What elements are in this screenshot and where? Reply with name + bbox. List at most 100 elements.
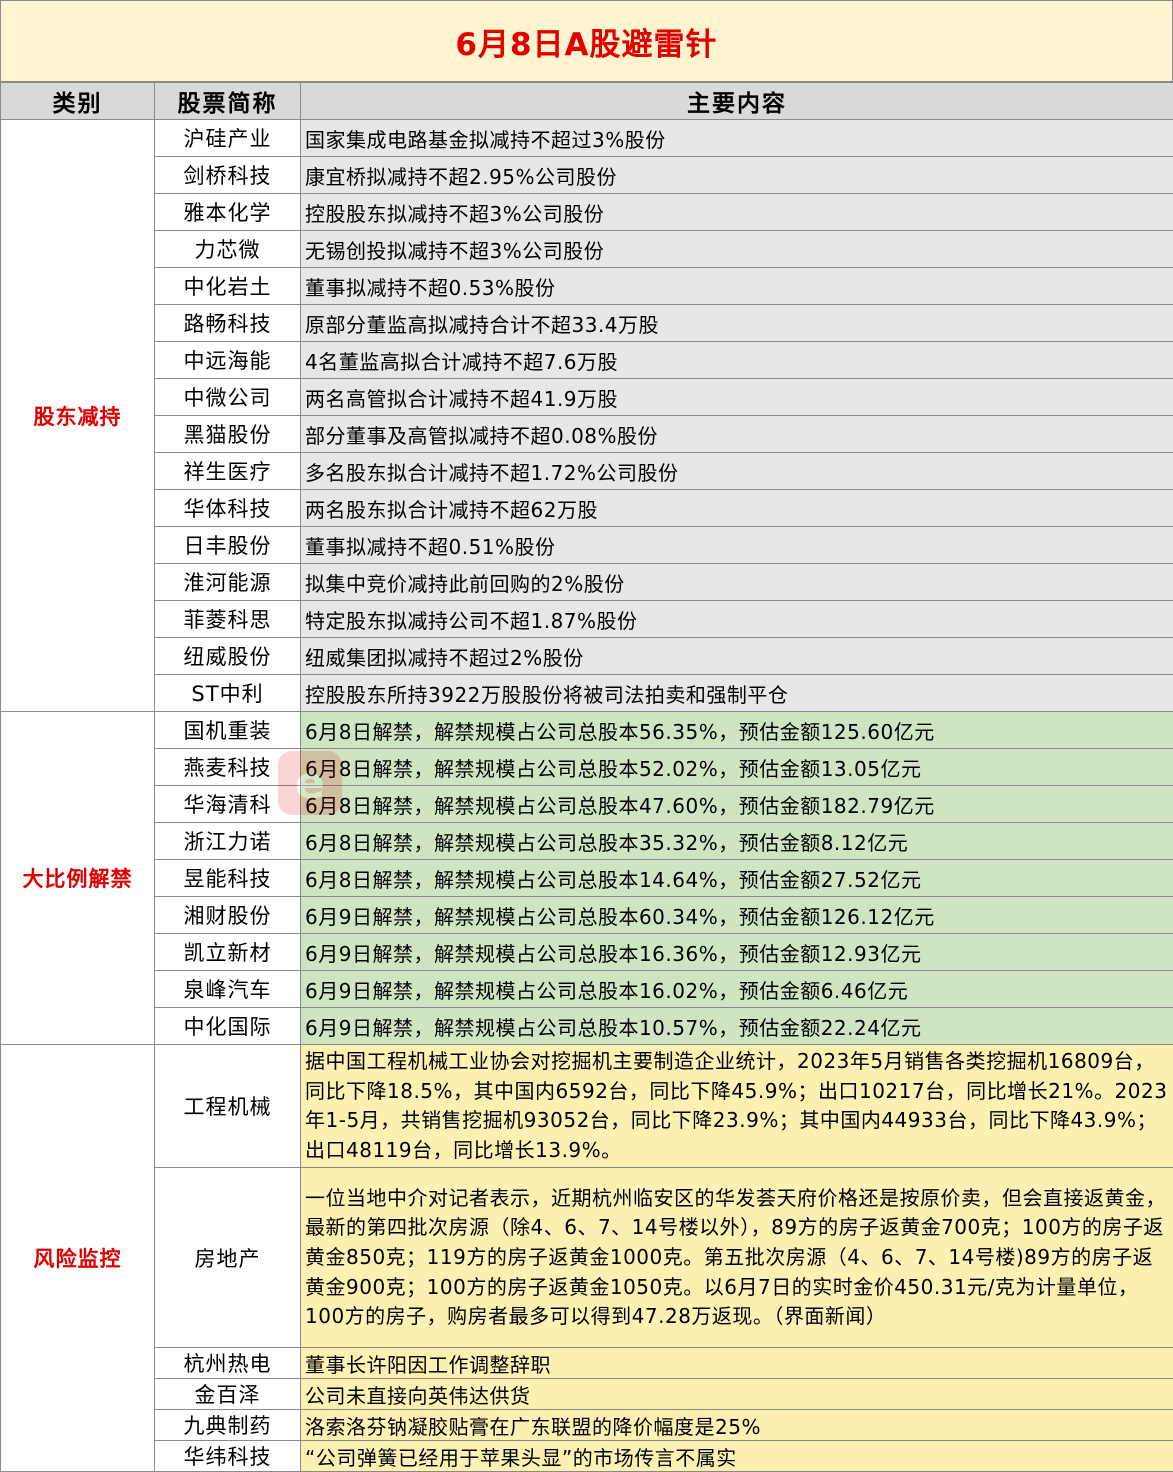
stock-name: 华海清科: [155, 786, 301, 823]
table-row: 中化岩土 董事拟减持不超0.53%股份: [1, 268, 1173, 305]
content-cell: 原部分董监高拟减持合计不超33.4万股: [301, 305, 1173, 342]
table-row: 湘财股份 6月9日解禁，解禁规模占公司总股本60.34%，预估金额126.12亿…: [1, 897, 1173, 934]
content-cell: 6月9日解禁，解禁规模占公司总股本16.02%，预估金额6.46亿元: [301, 971, 1173, 1008]
content-cell: “公司弹簧已经用于苹果头显”的市场传言不属实: [301, 1441, 1173, 1472]
stock-name: 日丰股份: [155, 527, 301, 564]
stock-name: ST中利: [155, 675, 301, 712]
content-cell: 拟集中竞价减持此前回购的2%股份: [301, 564, 1173, 601]
content-cell: 6月8日解禁，解禁规模占公司总股本35.32%，预估金额8.12亿元: [301, 823, 1173, 860]
content-cell: 控股股东所持3922万股股份将被司法拍卖和强制平仓: [301, 675, 1173, 712]
stock-name: 剑桥科技: [155, 157, 301, 194]
content-cell: 6月8日解禁，解禁规模占公司总股本14.64%，预估金额27.52亿元: [301, 860, 1173, 897]
content-cell: 控股股东拟减持不超3%公司股份: [301, 194, 1173, 231]
stock-name: 华纬科技: [155, 1441, 301, 1472]
table-row: ST中利 控股股东所持3922万股股份将被司法拍卖和强制平仓: [1, 675, 1173, 712]
table-row: 杭州热电 董事长许阳因工作调整辞职: [1, 1348, 1173, 1379]
table-row: 华纬科技 “公司弹簧已经用于苹果头显”的市场传言不属实: [1, 1441, 1173, 1472]
table-row: 雅本化学 控股股东拟减持不超3%公司股份: [1, 194, 1173, 231]
header-stock: 股票简称: [155, 83, 301, 120]
stock-name: 中化岩土: [155, 268, 301, 305]
category-large-unlock: 大比例解禁: [1, 712, 155, 1045]
stock-name: 燕麦科技: [155, 749, 301, 786]
table-row: 淮河能源 拟集中竞价减持此前回购的2%股份: [1, 564, 1173, 601]
content-cell: 董事拟减持不超0.53%股份: [301, 268, 1173, 305]
content-cell: 6月9日解禁，解禁规模占公司总股本16.36%，预估金额12.93亿元: [301, 934, 1173, 971]
content-cell: 多名股东拟合计减持不超1.72%公司股份: [301, 453, 1173, 490]
stock-name: 房地产: [155, 1168, 301, 1348]
stock-name: 中微公司: [155, 379, 301, 416]
table-row: 泉峰汽车 6月9日解禁，解禁规模占公司总股本16.02%，预估金额6.46亿元: [1, 971, 1173, 1008]
content-cell: 两名股东拟合计减持不超62万股: [301, 490, 1173, 527]
table-row: 风险监控 工程机械 据中国工程机械工业协会对挖掘机主要制造企业统计，2023年5…: [1, 1045, 1173, 1168]
stock-name: 浙江力诺: [155, 823, 301, 860]
stock-warning-sheet: 6月8日A股避雷针 类别 股票简称 主要内容 股东减持 沪硅产业 国家集成电路基…: [0, 0, 1173, 1465]
stock-name: 杭州热电: [155, 1348, 301, 1379]
table-row: 浙江力诺 6月8日解禁，解禁规模占公司总股本35.32%，预估金额8.12亿元: [1, 823, 1173, 860]
content-cell: 6月9日解禁，解禁规模占公司总股本60.34%，预估金额126.12亿元: [301, 897, 1173, 934]
table-row: 昱能科技 6月8日解禁，解禁规模占公司总股本14.64%，预估金额27.52亿元: [1, 860, 1173, 897]
header-content: 主要内容: [301, 83, 1173, 120]
stock-name: 路畅科技: [155, 305, 301, 342]
table-row: 中微公司 两名高管拟合计减持不超41.9万股: [1, 379, 1173, 416]
stock-name: 泉峰汽车: [155, 971, 301, 1008]
table-row: 菲菱科思 特定股东拟减持公司不超1.87%股份: [1, 601, 1173, 638]
table-row: 路畅科技 原部分董监高拟减持合计不超33.4万股: [1, 305, 1173, 342]
content-cell: 纽威集团拟减持不超过2%股份: [301, 638, 1173, 675]
content-cell: 无锡创投拟减持不超3%公司股份: [301, 231, 1173, 268]
content-cell: 6月8日解禁，解禁规模占公司总股本47.60%，预估金额182.79亿元: [301, 786, 1173, 823]
stock-name: 菲菱科思: [155, 601, 301, 638]
table-row: 华海清科 6月8日解禁，解禁规模占公司总股本47.60%，预估金额182.79亿…: [1, 786, 1173, 823]
stock-name: 中化国际: [155, 1008, 301, 1045]
table-row: 纽威股份 纽威集团拟减持不超过2%股份: [1, 638, 1173, 675]
content-cell: 6月8日解禁，解禁规模占公司总股本56.35%，预估金额125.60亿元: [301, 712, 1173, 749]
content-cell: 公司未直接向英伟达供货: [301, 1379, 1173, 1410]
stock-name: 昱能科技: [155, 860, 301, 897]
header-row: 类别 股票简称 主要内容: [1, 83, 1173, 120]
content-cell: 6月9日解禁，解禁规模占公司总股本10.57%，预估金额22.24亿元: [301, 1008, 1173, 1045]
content-cell: 董事拟减持不超0.51%股份: [301, 527, 1173, 564]
stock-name: 雅本化学: [155, 194, 301, 231]
stock-name: 中远海能: [155, 342, 301, 379]
stock-name: 淮河能源: [155, 564, 301, 601]
stock-name: 凯立新材: [155, 934, 301, 971]
stock-name: 湘财股份: [155, 897, 301, 934]
stock-name: 沪硅产业: [155, 120, 301, 157]
table-row: 日丰股份 董事拟减持不超0.51%股份: [1, 527, 1173, 564]
stock-name: 华体科技: [155, 490, 301, 527]
table-row: 房地产 一位当地中介对记者表示，近期杭州临安区的华发荟天府价格还是按原价卖，但会…: [1, 1168, 1173, 1348]
table-row: 大比例解禁 国机重装 6月8日解禁，解禁规模占公司总股本56.35%，预估金额1…: [1, 712, 1173, 749]
content-cell: 康宜桥拟减持不超2.95%公司股份: [301, 157, 1173, 194]
content-cell: 两名高管拟合计减持不超41.9万股: [301, 379, 1173, 416]
table-row: 九典制药 洛索洛芬钠凝胶贴膏在广东联盟的降价幅度是25%: [1, 1410, 1173, 1441]
table-row: 剑桥科技 康宜桥拟减持不超2.95%公司股份: [1, 157, 1173, 194]
stock-name: 九典制药: [155, 1410, 301, 1441]
content-cell: 据中国工程机械工业协会对挖掘机主要制造企业统计，2023年5月销售各类挖掘机16…: [301, 1045, 1173, 1168]
table-row: 中化国际 6月9日解禁，解禁规模占公司总股本10.57%，预估金额22.24亿元: [1, 1008, 1173, 1045]
category-shareholder-reduction: 股东减持: [1, 120, 155, 712]
content-cell: 一位当地中介对记者表示，近期杭州临安区的华发荟天府价格还是按原价卖，但会直接返黄…: [301, 1168, 1173, 1348]
content-cell: 部分董事及高管拟减持不超0.08%股份: [301, 416, 1173, 453]
header-category: 类别: [1, 83, 155, 120]
table-row: 力芯微 无锡创投拟减持不超3%公司股份: [1, 231, 1173, 268]
warning-table: 类别 股票简称 主要内容 股东减持 沪硅产业 国家集成电路基金拟减持不超过3%股…: [0, 82, 1173, 1472]
stock-name: 金百泽: [155, 1379, 301, 1410]
sheet-title: 6月8日A股避雷针: [0, 0, 1173, 82]
stock-name: 国机重装: [155, 712, 301, 749]
content-cell: 4名董监高拟合计减持不超7.6万股: [301, 342, 1173, 379]
table-row: 股东减持 沪硅产业 国家集成电路基金拟减持不超过3%股份: [1, 120, 1173, 157]
stock-name: 力芯微: [155, 231, 301, 268]
stock-name: 祥生医疗: [155, 453, 301, 490]
content-cell: 国家集成电路基金拟减持不超过3%股份: [301, 120, 1173, 157]
content-cell: 洛索洛芬钠凝胶贴膏在广东联盟的降价幅度是25%: [301, 1410, 1173, 1441]
table-row: 祥生医疗 多名股东拟合计减持不超1.72%公司股份: [1, 453, 1173, 490]
stock-name: 黑猫股份: [155, 416, 301, 453]
table-row: 华体科技 两名股东拟合计减持不超62万股: [1, 490, 1173, 527]
stock-name: 工程机械: [155, 1045, 301, 1168]
content-cell: 特定股东拟减持公司不超1.87%股份: [301, 601, 1173, 638]
content-cell: 董事长许阳因工作调整辞职: [301, 1348, 1173, 1379]
stock-name: 纽威股份: [155, 638, 301, 675]
content-cell: 6月8日解禁，解禁规模占公司总股本52.02%，预估金额13.05亿元: [301, 749, 1173, 786]
table-row: 凯立新材 6月9日解禁，解禁规模占公司总股本16.36%，预估金额12.93亿元: [1, 934, 1173, 971]
table-row: 中远海能 4名董监高拟合计减持不超7.6万股: [1, 342, 1173, 379]
table-row: 金百泽 公司未直接向英伟达供货: [1, 1379, 1173, 1410]
